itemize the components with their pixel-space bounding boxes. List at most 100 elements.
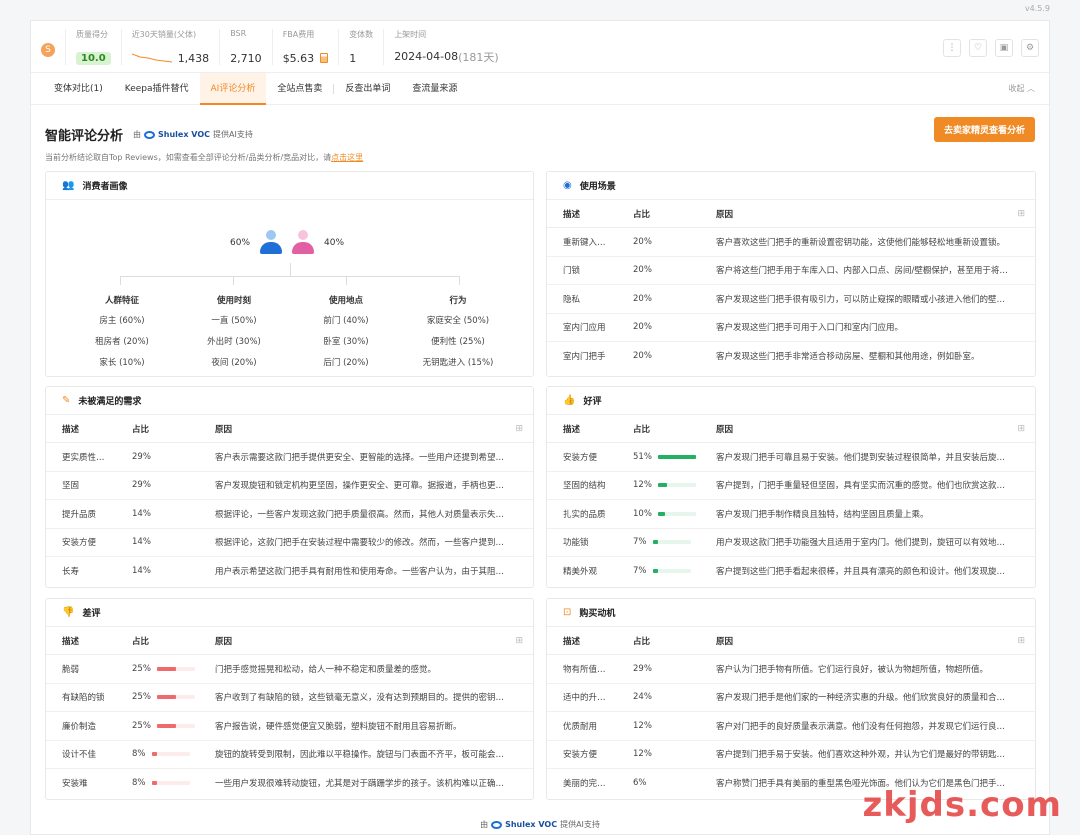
column-reason: 原因: [716, 424, 734, 435]
grid-view-icon[interactable]: ⊞: [1017, 636, 1025, 646]
grid-view-icon[interactable]: ⊞: [515, 636, 523, 646]
row-reason: 客户表示需要这款门把手提供更安全、更智能的选择。一些用户还提到希望…: [215, 452, 505, 463]
row-pct: 7%: [633, 537, 647, 548]
share-bar-fill: [657, 511, 666, 516]
consumer-portrait-card: 👥消费者画像 60% 40% 人群特征 房主 (60%) 租房者 (20%): [45, 171, 534, 377]
tab-all-sites[interactable]: 全站点售卖: [266, 73, 333, 105]
row-pct: 14%: [132, 566, 151, 577]
row-pct: 20%: [633, 351, 652, 362]
share-bar: [657, 483, 696, 488]
row-reason: 根据评论，一些客户发现这款门把手质量很高。然而，其他人对质量表示失…: [215, 509, 505, 520]
row-reason: 客户发现这些门把手非常适合移动房屋、壁橱和其他用途，例如卧室。: [716, 352, 980, 363]
tab-traffic-source[interactable]: 查流量来源: [401, 73, 468, 105]
row-desc: 安装方便: [62, 538, 97, 549]
row-reason: 一些用户发现很难转动旋钮，尤其是对于蹒跚学步的孩子。该机构难以正确…: [215, 779, 505, 790]
table-header: 描述 占比 原因 ⊞: [46, 627, 533, 655]
powered-by: 由 Shulex VOC 提供AI支持: [133, 130, 253, 139]
table-row: 安装方便 12% 客户提到门把手易于安装。他们喜欢这种外观，并认为它们是最好的带钥匙…: [547, 741, 1035, 769]
column-reason: 原因: [215, 636, 233, 647]
column-pct: 占比: [633, 209, 651, 220]
row-pct: 8%: [132, 749, 146, 760]
positive-reviews-card: 👍 好评 描述 占比 原因 ⊞ 安装方便 51% 客户发现门把手可靠且易于安装。他们提到安装过…: [546, 386, 1036, 588]
male-icon: [260, 230, 283, 256]
share-bar: [652, 569, 691, 574]
row-desc: 廉价制造: [62, 721, 97, 732]
row-desc: 有缺陷的锁: [62, 693, 105, 704]
settings-icon[interactable]: ⚙: [1021, 39, 1039, 57]
grid-view-icon[interactable]: ⊞: [1017, 209, 1025, 219]
video-icon[interactable]: ▣: [995, 39, 1013, 57]
column-desc: 描述: [62, 424, 80, 435]
collapse-button[interactable]: 收起 ︿: [1008, 73, 1035, 105]
row-reason: 客户收到了有缺陷的锁，这些锁毫无意义，没有达到预期目的。提供的密钥…: [215, 693, 505, 704]
row-desc: 安装难: [62, 779, 88, 790]
unmet-needs-card: ✎ 未被满足的需求 描述 占比 原因 ⊞ 更实质性… 29% 客户表示需要这款门把手提供更安全…: [45, 386, 534, 588]
tab-reverse-keywords[interactable]: 反查出单词: [334, 73, 401, 105]
row-pct: 12%: [633, 749, 652, 760]
thumbs-down-icon: 👎: [62, 607, 75, 618]
row-reason: 客户发现门把手制作精良且独特，结构坚固且质量上乘。: [716, 509, 929, 520]
share-bar-fill: [151, 752, 158, 757]
row-reason: 客户发现这些门把手很有吸引力，可以防止窥探的眼睛或小孩进入他们的壁…: [716, 294, 1006, 305]
share-bar: [156, 695, 195, 700]
product-panel: S 质量得分 10.0 近30天销量(父体) 1,438 BSR 2,710 F…: [30, 20, 1050, 835]
column-reason: 原因: [716, 636, 734, 647]
more-icon[interactable]: ⋮: [943, 39, 961, 57]
column-desc: 描述: [563, 209, 581, 220]
table-row: 功能锁 7% 用户发现这款门把手功能强大且适用于室内门。他们提到，旋钮可以有效地…: [547, 529, 1035, 557]
row-desc: 坚固: [62, 481, 80, 492]
table-row: 重新键入… 20% 客户喜欢这些门把手的重新设置密钥功能，这使他们能够轻松地重新设置…: [547, 228, 1035, 257]
row-pct: 29%: [132, 480, 151, 491]
view-analysis-button[interactable]: 去卖家精灵查看分析: [933, 117, 1035, 142]
tab-variant-compare[interactable]: 变体对比(1): [43, 73, 114, 105]
tab-ai-review[interactable]: AI评论分析: [199, 72, 267, 105]
stat-listed: 上架时间 2024-04-08 (181天): [383, 28, 509, 65]
group-usage-time: 使用时刻 一直 (50%) 外出时 (30%) 夜间 (20%): [207, 296, 261, 368]
share-bar: [156, 666, 195, 671]
shulex-logo-icon: [491, 820, 503, 829]
column-pct: 占比: [132, 424, 150, 435]
grid-view-icon[interactable]: ⊞: [1017, 424, 1025, 434]
row-pct: 10%: [633, 508, 652, 519]
row-pct: 6%: [633, 778, 647, 789]
group-usage-place: 使用地点 前门 (40%) 卧室 (30%) 后门 (20%): [323, 296, 369, 368]
fba-calculator-icon[interactable]: [320, 53, 329, 63]
row-pct: 29%: [132, 451, 151, 462]
row-pct: 25%: [132, 692, 151, 703]
ai-header: 智能评论分析 由 Shulex VOC 提供AI支持 当前分析结论取自Top R…: [45, 125, 363, 163]
table-header: 描述 占比 原因 ⊞: [46, 415, 533, 443]
column-desc: 描述: [563, 424, 581, 435]
users-icon: 👥: [62, 180, 75, 191]
shopping-bag-icon: ⊡: [563, 607, 572, 618]
tab-keepa[interactable]: Keepa插件替代: [114, 73, 200, 105]
portrait-groups: 人群特征 房主 (60%) 租房者 (20%) 家长 (10%) 使用时刻 一直…: [66, 294, 516, 376]
row-pct: 20%: [633, 322, 652, 333]
tree-connector: [120, 263, 460, 290]
grid-view-icon[interactable]: ⊞: [515, 424, 523, 434]
table-row: 适中的升… 24% 客户发现门把手是他们家的一种经济实惠的升级。他们欣赏良好的质量和…: [547, 684, 1035, 712]
row-reason: 客户将这些门把手用于车库入口、内部入口点、房间/壁橱保护，甚至用于将…: [716, 266, 1008, 277]
row-desc: 物有所值…: [563, 664, 606, 675]
share-bar: [657, 454, 696, 459]
share-bar: [151, 781, 190, 786]
click-here-link[interactable]: 点击这里: [331, 153, 363, 162]
page-title: 智能评论分析: [45, 129, 124, 144]
row-desc: 设计不佳: [62, 750, 97, 761]
stat-fba: FBA费用 $5.63: [271, 28, 339, 65]
row-pct: 25%: [132, 663, 151, 674]
column-reason: 原因: [716, 209, 734, 220]
row-desc: 室内门把手: [563, 352, 606, 363]
row-pct: 51%: [633, 451, 652, 462]
toolbar-icons: ⋮ ♡ ▣ ⚙: [943, 39, 1039, 57]
row-reason: 旋钮的旋转受到限制，因此难以平稳操作。旋钮与门表面不齐平，板可能会…: [215, 750, 505, 761]
row-reason: 客户发现门把手是他们家的一种经济实惠的升级。他们欣赏良好的质量和合…: [716, 693, 1006, 704]
row-reason: 客户报告说，硬件感觉便宜又脆弱，塑料旋钮不耐用且容易折断。: [215, 721, 462, 732]
table-row: 安装难 8% 一些用户发现很难转动旋钮，尤其是对于蹒跚学步的孩子。该机构难以正确…: [46, 769, 533, 798]
table-row: 坚固 29% 客户发现旋钮和锁定机构更坚固，操作更安全、更可靠。据报道，手柄也更…: [46, 472, 533, 500]
row-reason: 客户发现门把手可靠且易于安装。他们提到安装过程很简单，并且安装后旋…: [716, 452, 1006, 463]
heart-icon[interactable]: ♡: [969, 39, 987, 57]
column-desc: 描述: [563, 636, 581, 647]
chevron-up-icon: ︿: [1027, 84, 1035, 93]
share-bar-fill: [657, 483, 667, 488]
row-pct: 29%: [633, 663, 652, 674]
